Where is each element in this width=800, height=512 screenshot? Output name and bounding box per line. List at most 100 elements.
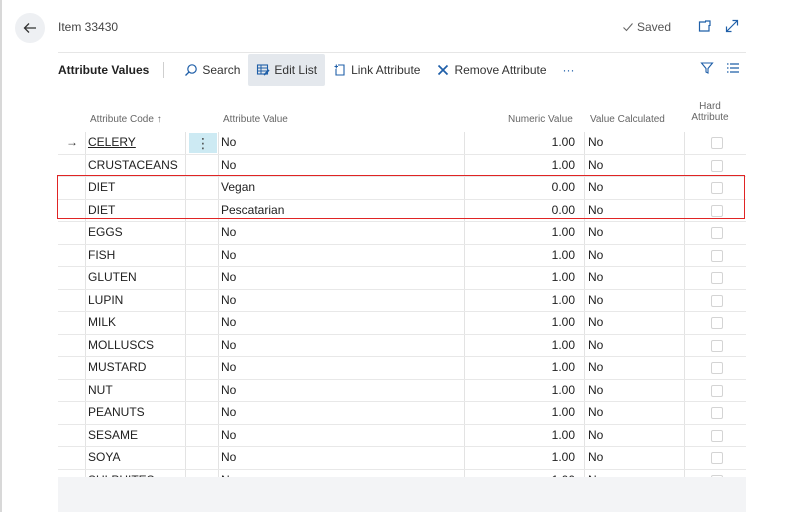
col-header-attribute-value[interactable]: Attribute Value (223, 114, 288, 125)
cell-attribute-value[interactable]: No (221, 222, 462, 244)
cell-value-calculated[interactable]: No (588, 267, 684, 289)
cell-numeric-value[interactable]: 1.00 (465, 447, 575, 469)
expand-icon[interactable] (724, 18, 740, 34)
cell-numeric-value[interactable]: 1.00 (465, 402, 575, 424)
col-header-attribute-code[interactable]: Attribute Code ↑ (90, 114, 162, 125)
hard-attribute-checkbox[interactable] (711, 159, 723, 172)
row-menu-icon[interactable]: ⋮ (189, 133, 217, 153)
cell-attribute-value[interactable]: No (221, 155, 462, 177)
table-row[interactable]: NUT No 1.00 No (58, 379, 746, 402)
open-new-window-icon[interactable] (697, 18, 713, 34)
list-view-icon[interactable] (726, 61, 740, 75)
cell-numeric-value[interactable]: 1.00 (465, 425, 575, 447)
cell-attribute-code[interactable]: CRUSTACEANS (88, 155, 184, 177)
cell-value-calculated[interactable]: No (588, 335, 684, 357)
cell-value-calculated[interactable]: No (588, 155, 684, 177)
cell-attribute-value[interactable]: No (221, 335, 462, 357)
hard-attribute-checkbox[interactable] (711, 294, 723, 307)
hard-attribute-checkbox[interactable] (711, 429, 723, 442)
cell-attribute-code[interactable]: NUT (88, 380, 184, 402)
link-attribute-button[interactable]: Link Attribute (325, 54, 428, 86)
cell-numeric-value[interactable]: 0.00 (465, 177, 575, 199)
cell-attribute-code[interactable]: DIET (88, 177, 184, 199)
cell-value-calculated[interactable]: No (588, 402, 684, 424)
table-row[interactable]: MUSTARD No 1.00 No (58, 357, 746, 380)
back-button[interactable] (15, 13, 45, 43)
cell-attribute-code[interactable]: MUSTARD (88, 357, 184, 379)
hard-attribute-checkbox[interactable] (711, 249, 723, 262)
cell-attribute-value[interactable]: No (221, 402, 462, 424)
cell-attribute-value[interactable]: No (221, 267, 462, 289)
hard-attribute-checkbox[interactable] (711, 384, 723, 397)
col-header-numeric-value[interactable]: Numeric Value (508, 114, 573, 125)
cell-numeric-value[interactable]: 1.00 (465, 357, 575, 379)
cell-attribute-value[interactable]: No (221, 357, 462, 379)
more-options-button[interactable]: ··· (555, 54, 583, 86)
cell-attribute-code[interactable]: GLUTEN (88, 267, 184, 289)
cell-attribute-value[interactable]: No (221, 425, 462, 447)
cell-value-calculated[interactable]: No (588, 132, 684, 154)
hard-attribute-checkbox[interactable] (711, 137, 723, 149)
cell-attribute-value[interactable]: No (221, 312, 462, 334)
cell-value-calculated[interactable]: No (588, 200, 684, 222)
hard-attribute-checkbox[interactable] (711, 362, 723, 374)
cell-value-calculated[interactable]: No (588, 177, 684, 199)
cell-value-calculated[interactable]: No (588, 380, 684, 402)
cell-numeric-value[interactable]: 1.00 (465, 335, 575, 357)
cell-numeric-value[interactable]: 1.00 (465, 380, 575, 402)
cell-attribute-value[interactable]: No (221, 290, 462, 312)
cell-value-calculated[interactable]: No (588, 245, 684, 267)
cell-attribute-value[interactable]: Vegan (221, 177, 462, 199)
table-row[interactable]: FISH No 1.00 No (58, 244, 746, 267)
cell-value-calculated[interactable]: No (588, 312, 684, 334)
table-row[interactable]: → CELERY ⋮ No 1.00 No (58, 132, 746, 155)
hard-attribute-checkbox[interactable] (711, 407, 723, 419)
hard-attribute-checkbox[interactable] (711, 182, 723, 194)
cell-attribute-code[interactable]: CELERY (88, 132, 184, 154)
cell-attribute-code[interactable]: MILK (88, 312, 184, 334)
cell-attribute-value[interactable]: Pescatarian (221, 200, 462, 222)
hard-attribute-checkbox[interactable] (711, 227, 723, 239)
cell-numeric-value[interactable]: 1.00 (465, 312, 575, 334)
cell-attribute-code[interactable]: SOYA (88, 447, 184, 469)
table-row[interactable]: MILK No 1.00 No (58, 312, 746, 335)
filter-icon[interactable] (700, 61, 714, 75)
table-row[interactable]: MOLLUSCS No 1.00 No (58, 334, 746, 357)
table-row[interactable]: CRUSTACEANS No 1.00 No (58, 154, 746, 177)
cell-attribute-code[interactable]: PEANUTS (88, 402, 184, 424)
edit-list-button[interactable]: Edit List (248, 54, 326, 86)
table-row[interactable]: DIET Vegan 0.00 No (58, 177, 746, 200)
cell-numeric-value[interactable]: 1.00 (465, 245, 575, 267)
cell-attribute-code[interactable]: EGGS (88, 222, 184, 244)
hard-attribute-checkbox[interactable] (711, 204, 723, 217)
search-button[interactable]: Search (176, 54, 248, 86)
cell-numeric-value[interactable]: 0.00 (465, 200, 575, 222)
table-row[interactable]: LUPIN No 1.00 No (58, 289, 746, 312)
col-header-value-calculated[interactable]: Value Calculated (590, 114, 665, 125)
table-row[interactable]: DIET Pescatarian 0.00 No (58, 199, 746, 222)
table-row[interactable]: PEANUTS No 1.00 No (58, 402, 746, 425)
hard-attribute-checkbox[interactable] (711, 339, 723, 352)
cell-attribute-value[interactable]: No (221, 380, 462, 402)
cell-numeric-value[interactable]: 1.00 (465, 132, 575, 154)
cell-numeric-value[interactable]: 1.00 (465, 155, 575, 177)
cell-numeric-value[interactable]: 1.00 (465, 267, 575, 289)
remove-attribute-button[interactable]: Remove Attribute (428, 54, 554, 86)
col-header-hard-attribute[interactable]: Hard Attribute (690, 101, 730, 123)
cell-attribute-value[interactable]: No (221, 447, 462, 469)
cell-attribute-code[interactable]: MOLLUSCS (88, 335, 184, 357)
cell-value-calculated[interactable]: No (588, 447, 684, 469)
cell-value-calculated[interactable]: No (588, 425, 684, 447)
table-row[interactable]: SOYA No 1.00 No (58, 447, 746, 470)
cell-value-calculated[interactable]: No (588, 222, 684, 244)
hard-attribute-checkbox[interactable] (711, 272, 723, 284)
cell-value-calculated[interactable]: No (588, 290, 684, 312)
cell-attribute-code[interactable]: DIET (88, 200, 184, 222)
hard-attribute-checkbox[interactable] (711, 452, 723, 464)
table-row[interactable]: EGGS No 1.00 No (58, 222, 746, 245)
cell-attribute-value[interactable]: No (221, 245, 462, 267)
cell-attribute-code[interactable]: LUPIN (88, 290, 184, 312)
cell-numeric-value[interactable]: 1.00 (465, 290, 575, 312)
cell-attribute-code[interactable]: FISH (88, 245, 184, 267)
cell-attribute-value[interactable]: No (221, 132, 462, 154)
